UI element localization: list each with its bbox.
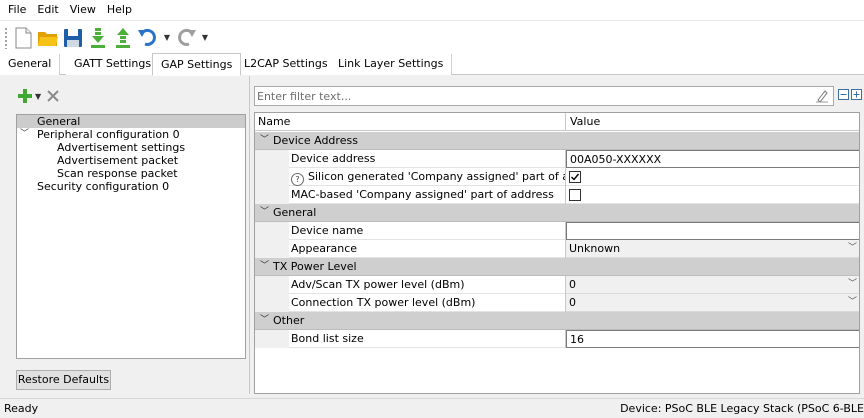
tree-item-scan-response-packet[interactable]: Scan response packet — [17, 167, 245, 180]
device-address-field[interactable]: 00A050-XXXXXX — [566, 150, 859, 168]
tab-strip: General GATT Settings GAP Settings L2CAP… — [0, 53, 864, 76]
chevron-down-icon[interactable]: ﹀ — [848, 294, 857, 311]
add-icon[interactable] — [18, 89, 32, 103]
chevron-down-icon[interactable]: ﹀ — [848, 240, 857, 257]
undo-icon[interactable] — [137, 25, 159, 51]
category-tx-power-level[interactable]: ﹀ TX Power Level — [255, 258, 859, 276]
property-value — [566, 186, 859, 204]
connection-tx-power-dropdown[interactable]: 0 ﹀ — [566, 294, 859, 312]
tree-item-advertisement-packet[interactable]: Advertisement packet — [17, 154, 245, 167]
collapse-all-icon[interactable] — [838, 89, 849, 100]
menu-view[interactable]: View — [66, 0, 103, 20]
property-grid: Name Value ﹀ Device Address Device addre… — [254, 112, 860, 394]
import-icon[interactable] — [87, 25, 109, 51]
clear-filter-icon[interactable] — [815, 89, 829, 103]
redo-dropdown-icon[interactable]: ▼ — [200, 25, 210, 51]
device-status-text: Device: PSoC BLE Legacy Stack (PSoC 6-BL… — [620, 402, 864, 415]
chevron-down-icon[interactable]: ﹀ — [848, 276, 857, 293]
redo-icon[interactable] — [175, 25, 197, 51]
property-row-appearance: Appearance Unknown ﹀ — [255, 240, 859, 258]
category-other[interactable]: ﹀ Other — [255, 312, 859, 330]
menu-help[interactable]: Help — [103, 0, 139, 20]
tab-general[interactable]: General — [0, 54, 61, 75]
property-name: Connection TX power level (dBm) — [291, 294, 566, 312]
expand-all-icon[interactable] — [851, 89, 862, 100]
tree-toolbar: ▼ — [18, 88, 59, 104]
menu-edit[interactable]: Edit — [33, 0, 65, 20]
save-icon[interactable] — [62, 25, 84, 51]
status-bar: Ready Device: PSoC BLE Legacy Stack (PSo… — [0, 398, 864, 418]
property-row-bond-list-size: Bond list size 16 — [255, 330, 859, 348]
appearance-dropdown[interactable]: Unknown ﹀ — [566, 240, 859, 258]
tab-gatt-settings[interactable]: GATT Settings — [66, 54, 160, 75]
column-header-value[interactable]: Value — [566, 113, 859, 131]
open-folder-icon[interactable] — [37, 25, 59, 51]
chevron-down-icon[interactable]: ﹀ — [20, 128, 29, 141]
device-name-field[interactable] — [566, 222, 859, 240]
adv-scan-tx-power-dropdown[interactable]: 0 ﹀ — [566, 276, 859, 294]
toolbar: ▼ ▼ — [0, 20, 864, 54]
grid-header: Name Value — [255, 113, 859, 131]
config-tree: General ﹀ Peripheral configuration 0 Adve… — [16, 114, 246, 359]
tree-item-peripheral-configuration[interactable]: ﹀ Peripheral configuration 0 — [17, 128, 245, 141]
tree-item-security-configuration[interactable]: Security configuration 0 — [17, 180, 245, 193]
property-name: Adv/Scan TX power level (dBm) — [291, 276, 566, 294]
delete-icon[interactable] — [47, 90, 59, 102]
undo-dropdown-icon[interactable]: ▼ — [162, 25, 172, 51]
bond-list-size-field[interactable]: 16 — [566, 330, 859, 348]
menu-bar: File Edit View Help — [0, 0, 864, 20]
property-name: Device name — [291, 222, 566, 240]
property-row-mac-based: MAC-based 'Company assigned' part of add… — [255, 186, 859, 204]
chevron-down-icon[interactable]: ﹀ — [260, 204, 269, 221]
help-icon[interactable]: ? — [291, 173, 304, 186]
property-row-connection-tx-power: Connection TX power level (dBm) 0 ﹀ — [255, 294, 859, 312]
export-icon[interactable] — [112, 25, 134, 51]
toolbar-grip[interactable] — [4, 26, 8, 49]
chevron-down-icon[interactable]: ﹀ — [260, 258, 269, 275]
tab-gap-settings[interactable]: GAP Settings — [152, 53, 242, 76]
property-name: ? Silicon generated 'Company assigned' pa… — [291, 168, 566, 186]
tree-item-general[interactable]: General — [17, 115, 245, 128]
column-header-name[interactable]: Name — [255, 113, 566, 131]
filter-box — [254, 86, 834, 106]
property-row-silicon-generated: ? Silicon generated 'Company assigned' pa… — [255, 168, 859, 186]
property-row-device-address: Device address 00A050-XXXXXX — [255, 150, 859, 168]
property-name: Appearance — [291, 240, 566, 258]
tree-item-advertisement-settings[interactable]: Advertisement settings — [17, 141, 245, 154]
property-row-adv-scan-tx-power: Adv/Scan TX power level (dBm) 0 ﹀ — [255, 276, 859, 294]
add-dropdown-icon[interactable]: ▼ — [35, 92, 41, 101]
tab-link-layer-settings[interactable]: Link Layer Settings — [330, 54, 453, 75]
property-name: MAC-based 'Company assigned' part of add… — [291, 186, 566, 204]
status-text: Ready — [4, 402, 39, 415]
chevron-down-icon[interactable]: ﹀ — [260, 312, 269, 329]
new-document-icon[interactable] — [12, 25, 34, 51]
property-row-device-name: Device name — [255, 222, 859, 240]
silicon-generated-checkbox[interactable] — [569, 171, 581, 183]
property-name: Device address — [291, 150, 566, 168]
filter-input[interactable] — [257, 88, 797, 104]
restore-defaults-button[interactable]: Restore Defaults — [16, 370, 111, 390]
menu-file[interactable]: File — [4, 0, 33, 20]
category-device-address[interactable]: ﹀ Device Address — [255, 132, 859, 150]
chevron-down-icon[interactable]: ﹀ — [260, 132, 269, 149]
tab-l2cap-settings[interactable]: L2CAP Settings — [236, 54, 337, 75]
property-value — [566, 168, 859, 186]
property-name: Bond list size — [291, 330, 566, 348]
category-general[interactable]: ﹀ General — [255, 204, 859, 222]
mac-based-checkbox[interactable] — [569, 189, 581, 201]
